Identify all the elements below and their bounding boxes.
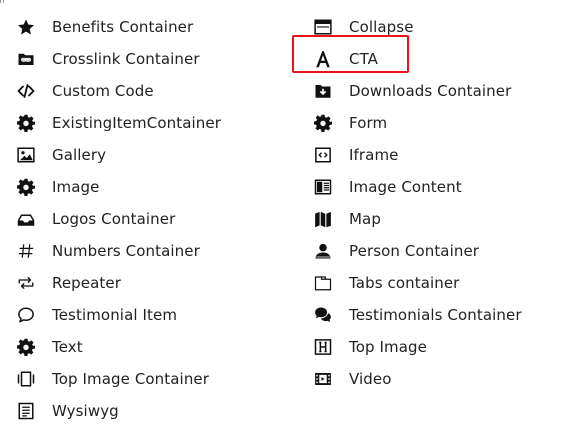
inbox-icon	[16, 209, 36, 229]
gear-icon	[16, 337, 36, 357]
component-label: Benefits Container	[52, 18, 194, 36]
comments-icon	[313, 305, 333, 325]
map-icon	[313, 209, 333, 229]
component-item-testimonial-item[interactable]: Testimonial Item	[16, 299, 286, 331]
component-item-wysiwyg[interactable]: Wysiwyg	[16, 395, 286, 427]
gear-icon	[16, 177, 36, 197]
component-item-repeater[interactable]: Repeater	[16, 267, 286, 299]
component-item-testimonials-container[interactable]: Testimonials Container	[313, 299, 573, 331]
component-item-numbers-container[interactable]: Numbers Container	[16, 235, 286, 267]
component-label: Map	[349, 210, 381, 228]
component-label: Repeater	[52, 274, 121, 292]
component-label: Top Image	[349, 338, 427, 356]
speech-bubble-icon	[16, 305, 36, 325]
code-icon	[16, 81, 36, 101]
component-item-downloads-container[interactable]: Downloads Container	[313, 75, 573, 107]
component-item-image[interactable]: Image	[16, 171, 286, 203]
component-item-person-container[interactable]: Person Container	[313, 235, 573, 267]
component-item-logos-container[interactable]: Logos Container	[16, 203, 286, 235]
component-item-map[interactable]: Map	[313, 203, 573, 235]
component-label: Numbers Container	[52, 242, 200, 260]
window-icon	[313, 17, 333, 37]
component-label: Tabs container	[349, 274, 460, 292]
component-label: Testimonial Item	[52, 306, 178, 324]
newspaper-icon	[313, 177, 333, 197]
carousel-icon	[16, 369, 36, 389]
header-h-icon	[313, 337, 333, 357]
component-label: Collapse	[349, 18, 414, 36]
component-item-top-image-container[interactable]: Top Image Container	[16, 363, 286, 395]
tabs-icon	[313, 273, 333, 293]
film-icon	[313, 369, 333, 389]
component-label: Custom Code	[52, 82, 154, 100]
letter-a-icon	[313, 49, 333, 69]
gear-icon	[313, 113, 333, 133]
person-icon	[313, 241, 333, 261]
component-label: Downloads Container	[349, 82, 512, 100]
component-label: Person Container	[349, 242, 480, 260]
gear-icon	[16, 113, 36, 133]
component-item-image-content[interactable]: Image Content	[313, 171, 573, 203]
component-label: Gallery	[52, 146, 107, 164]
component-label: Video	[349, 370, 392, 388]
component-label: Logos Container	[52, 210, 176, 228]
component-item-benefits-container[interactable]: Benefits Container	[16, 11, 286, 43]
component-label: Iframe	[349, 146, 399, 164]
component-item-top-image[interactable]: Top Image	[313, 331, 573, 363]
component-item-custom-code[interactable]: Custom Code	[16, 75, 286, 107]
component-label: Image	[52, 178, 100, 196]
component-label: ExistingItemContainer	[52, 114, 221, 132]
folder-link-icon	[16, 49, 36, 69]
component-label: Testimonials Container	[349, 306, 522, 324]
component-item-cta[interactable]: CTA	[313, 43, 573, 75]
component-item-crosslink-container[interactable]: Crosslink Container	[16, 43, 286, 75]
left-column: Benefits Container Crosslink Container C…	[16, 11, 286, 427]
download-box-icon	[313, 81, 333, 101]
component-label: Form	[349, 114, 388, 132]
component-label: Image Content	[349, 178, 462, 196]
component-item-tabs-container[interactable]: Tabs container	[313, 267, 573, 299]
component-label: Text	[52, 338, 83, 356]
repeat-icon	[16, 273, 36, 293]
component-label: Top Image Container	[52, 370, 210, 388]
component-item-existing-item-container[interactable]: ExistingItemContainer	[16, 107, 286, 139]
list-box-icon	[16, 401, 36, 421]
component-label: CTA	[349, 50, 379, 68]
component-item-video[interactable]: Video	[313, 363, 573, 395]
hash-icon	[16, 241, 36, 261]
component-label: Wysiwyg	[52, 402, 119, 420]
top-edge-mark	[0, 0, 4, 3]
component-label: Crosslink Container	[52, 50, 200, 68]
component-item-gallery[interactable]: Gallery	[16, 139, 286, 171]
picture-icon	[16, 145, 36, 165]
component-item-text[interactable]: Text	[16, 331, 286, 363]
right-column: Collapse CTA Downloads Container Form If…	[313, 11, 573, 395]
component-item-form[interactable]: Form	[313, 107, 573, 139]
component-item-iframe[interactable]: Iframe	[313, 139, 573, 171]
code-box-icon	[313, 145, 333, 165]
star-icon	[16, 17, 36, 37]
component-item-collapse[interactable]: Collapse	[313, 11, 573, 43]
